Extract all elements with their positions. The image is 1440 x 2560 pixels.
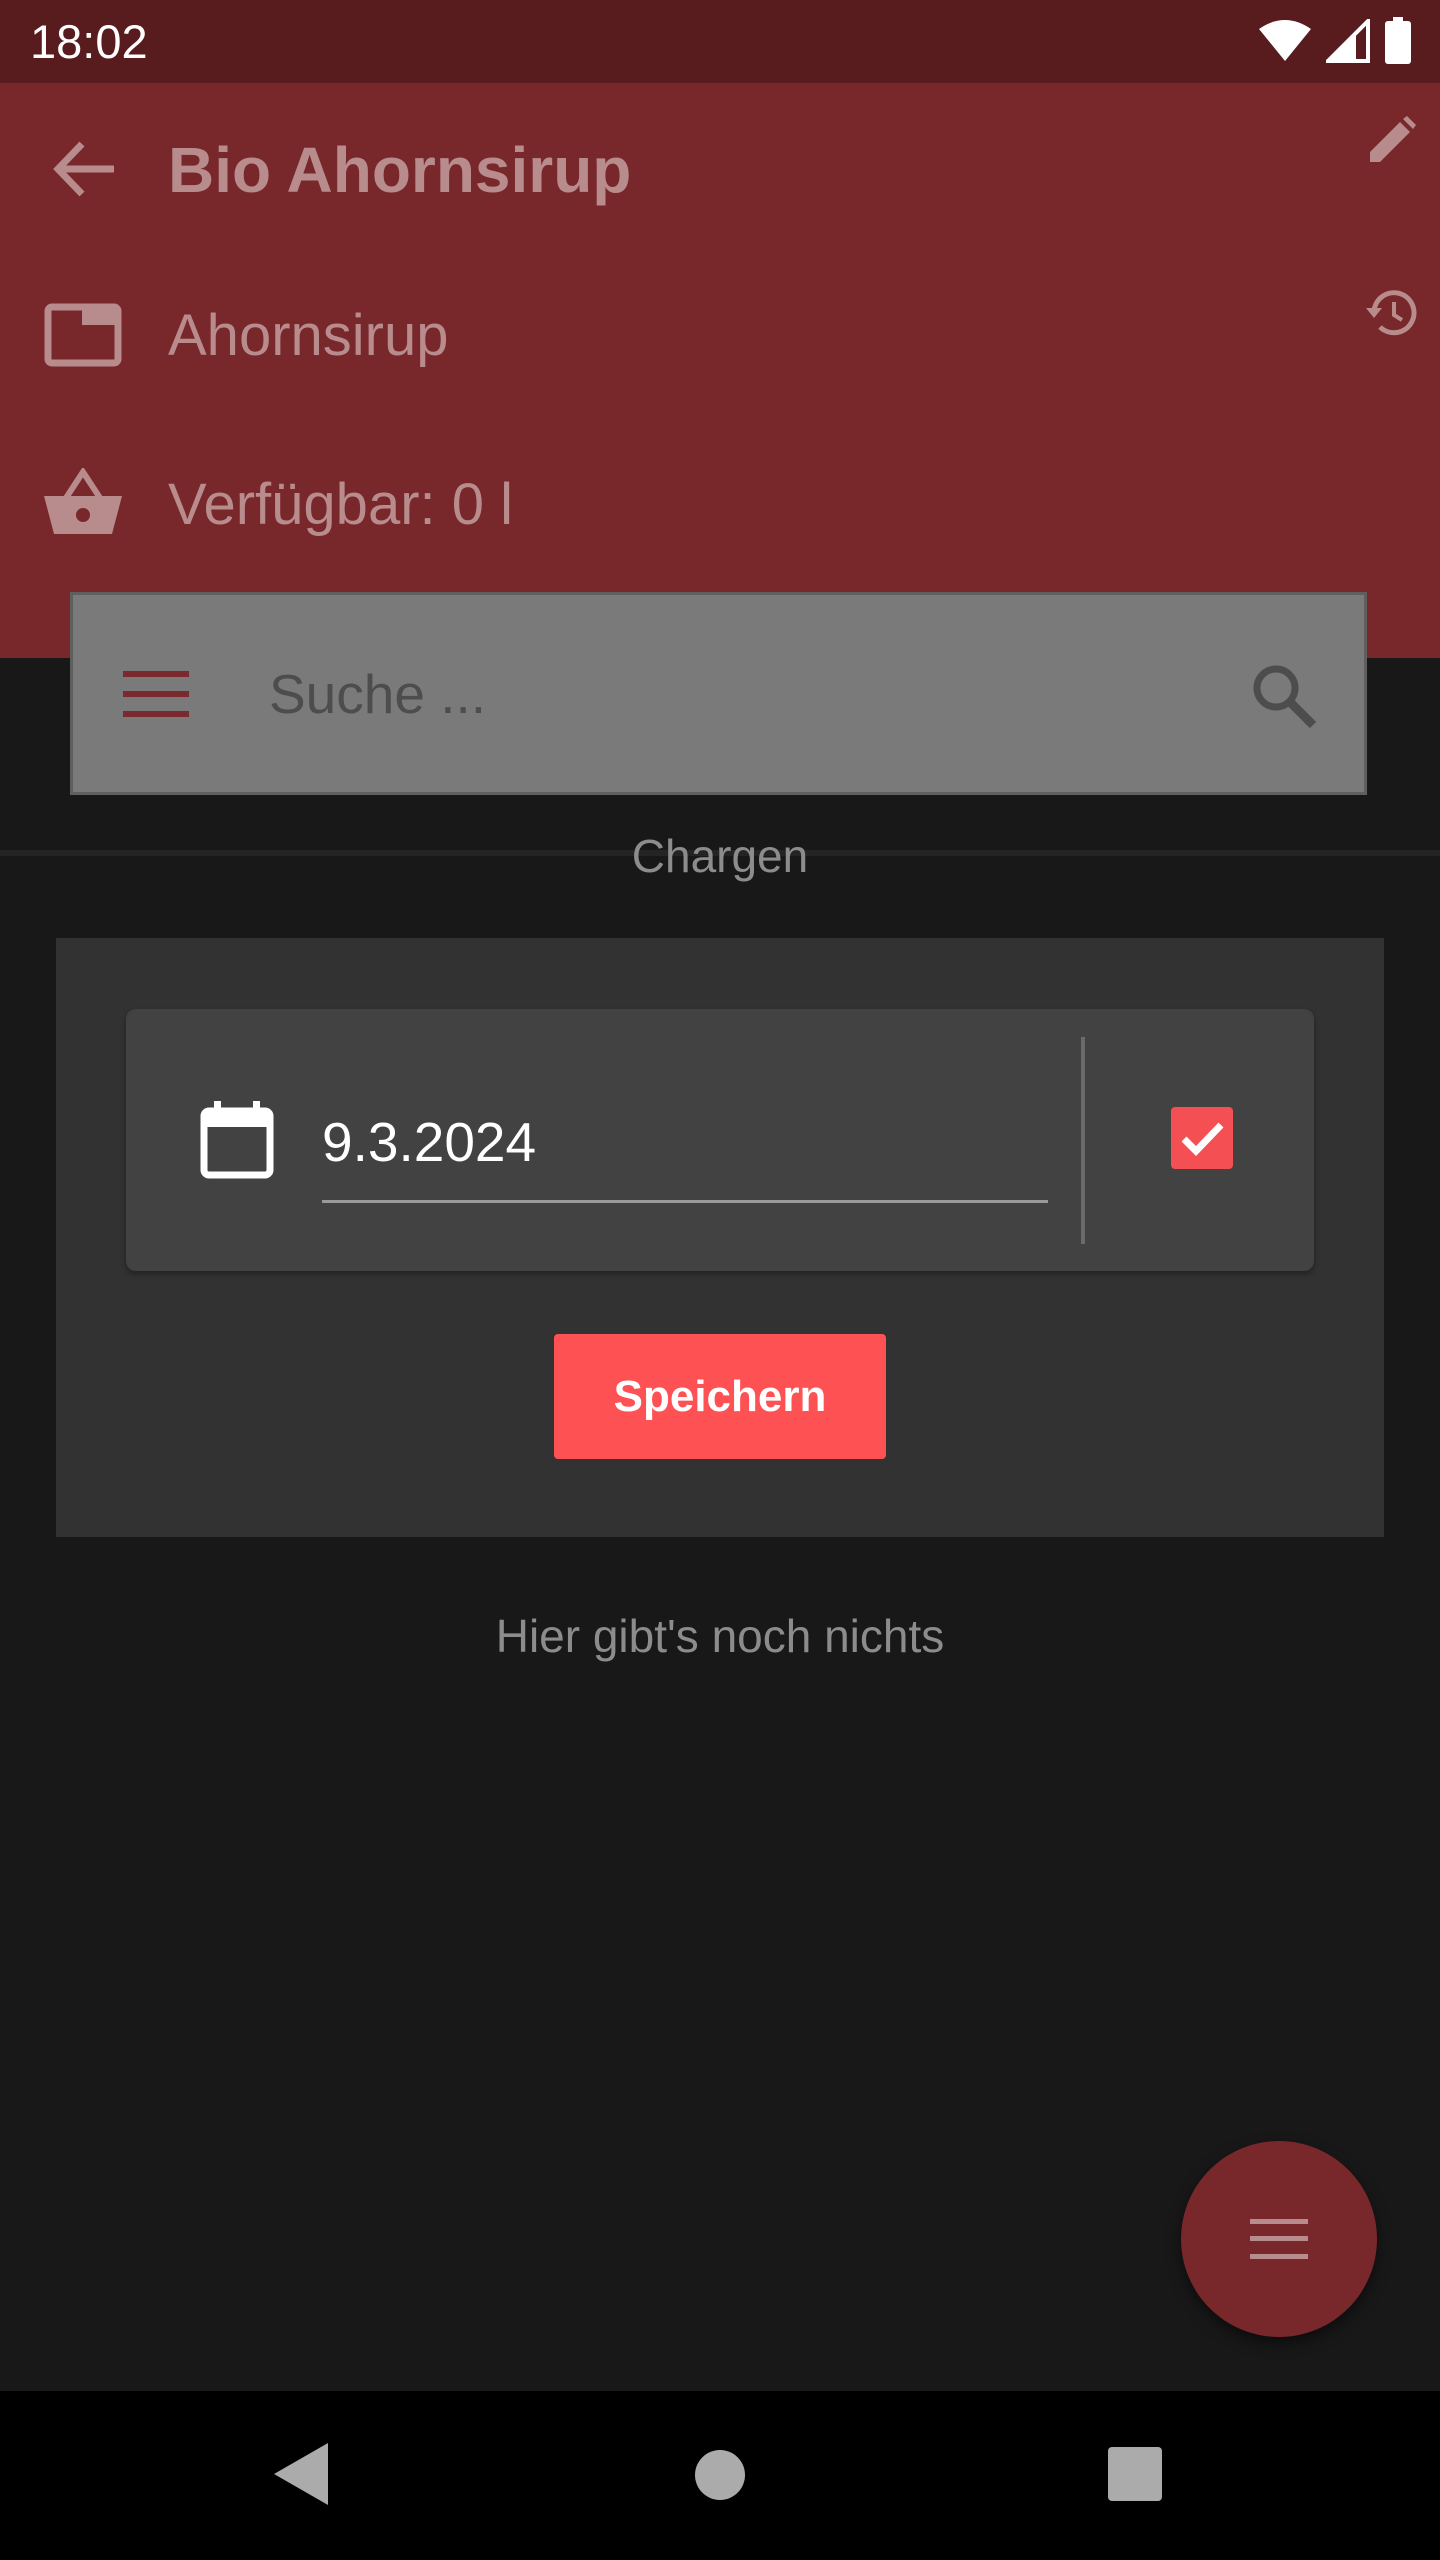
confirm-checkbox[interactable] bbox=[1171, 1107, 1233, 1169]
basket-icon bbox=[44, 468, 122, 534]
checkmark-icon bbox=[1181, 1122, 1224, 1156]
fab-menu-icon bbox=[1250, 2219, 1308, 2259]
nav-back-icon[interactable] bbox=[274, 2443, 328, 2505]
edit-pencil-icon[interactable] bbox=[1366, 116, 1416, 166]
signal-icon bbox=[1326, 19, 1370, 63]
search-input[interactable]: Suche ... bbox=[269, 661, 486, 727]
menu-icon[interactable] bbox=[123, 671, 189, 717]
calendar-icon[interactable] bbox=[200, 1101, 274, 1179]
status-icons bbox=[1258, 17, 1412, 65]
date-field[interactable]: 9.3.2024 bbox=[126, 1009, 1314, 1271]
status-time: 18:02 bbox=[30, 15, 148, 68]
folder-icon bbox=[44, 303, 122, 367]
date-value[interactable]: 9.3.2024 bbox=[322, 1109, 536, 1175]
page-title: Bio Ahornsirup bbox=[168, 134, 632, 206]
date-underline bbox=[322, 1200, 1048, 1203]
tab-chargen[interactable]: Chargen bbox=[0, 828, 1440, 884]
empty-state-text: Hier gibt's noch nichts bbox=[495, 1610, 945, 1662]
wifi-icon bbox=[1259, 20, 1311, 61]
search-icon[interactable] bbox=[1251, 663, 1317, 729]
save-button[interactable]: Speichern bbox=[554, 1334, 886, 1459]
battery-icon bbox=[1385, 17, 1411, 64]
vertical-divider bbox=[1081, 1037, 1085, 1244]
available-label: Verfügbar: 0 l bbox=[168, 472, 513, 537]
category-label: Ahornsirup bbox=[168, 303, 449, 368]
search-bar[interactable]: Suche ... bbox=[70, 592, 1367, 795]
system-nav-bar bbox=[0, 2391, 1440, 2560]
nav-home-icon[interactable] bbox=[694, 2449, 746, 2501]
nav-recents-icon[interactable] bbox=[1108, 2447, 1162, 2501]
history-icon[interactable] bbox=[1364, 288, 1418, 338]
fab-menu-button[interactable] bbox=[1181, 2141, 1377, 2337]
back-arrow-icon[interactable] bbox=[50, 136, 120, 202]
status-bar: 18:02 bbox=[0, 0, 1440, 83]
